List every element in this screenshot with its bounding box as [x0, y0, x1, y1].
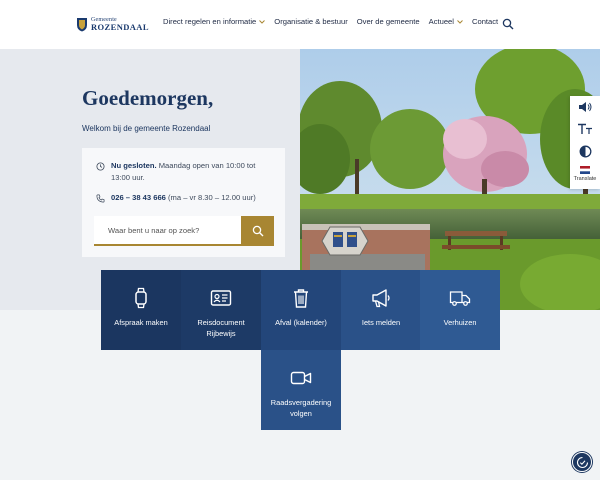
site-logo[interactable]: Gemeente ROZENDAAL [76, 17, 149, 32]
dutch-flag-icon [579, 166, 590, 174]
megaphone-icon [372, 289, 390, 308]
opening-hours-text: Nu gesloten. Maandag open van 10:00 tot … [111, 160, 276, 184]
nav-over-de-gemeente[interactable]: Over de gemeente [357, 17, 420, 26]
nav-actueel[interactable]: Actueel [429, 17, 463, 26]
search-input[interactable] [94, 216, 241, 246]
logo-big-text: ROZENDAAL [91, 22, 149, 33]
tile-label: Afval (kalender) [275, 318, 327, 327]
cookie-settings-icon [576, 456, 588, 468]
tile-label: Reisdocument Rijbewijs [197, 318, 245, 338]
nav-direct-regelen[interactable]: Direct regelen en informatie [163, 17, 266, 26]
translate-button[interactable]: Translate [573, 166, 597, 182]
nav-label: Contact [471, 17, 499, 26]
crest-icon [77, 18, 87, 32]
tile-afspraak-maken[interactable]: Afspraak maken [101, 270, 181, 350]
accessibility-toolbar: Translate [570, 96, 600, 189]
site-search [94, 216, 274, 246]
nav-organisatie[interactable]: Organisatie & bestuur [274, 17, 347, 26]
site-header: Gemeente ROZENDAAL Direct regelen en inf… [0, 0, 600, 49]
translate-label: Translate [573, 176, 597, 182]
main-nav: Direct regelen en informatie Organisatie… [163, 17, 507, 26]
tile-label: Afspraak maken [114, 318, 168, 327]
nav-label: Actueel [428, 17, 454, 26]
text-size-icon [578, 123, 592, 134]
video-icon [290, 371, 312, 385]
status-closed: Nu gesloten. [111, 161, 157, 170]
text-size-button[interactable] [570, 118, 600, 140]
contrast-icon [579, 145, 591, 157]
phone-hours: (ma – vr 8.30 – 12.00 uur) [165, 193, 256, 202]
chevron-down-icon [457, 19, 463, 24]
nav-label: Over de gemeente [356, 17, 420, 26]
tile-raadsvergadering[interactable]: Raadsvergadering volgen [261, 350, 341, 430]
phone-row: 026 – 38 43 666 (ma – vr 8.30 – 12.00 uu… [96, 192, 286, 204]
trash-icon [294, 289, 308, 308]
phone-icon [96, 194, 105, 203]
speaker-icon [579, 102, 592, 112]
read-aloud-button[interactable] [570, 96, 600, 118]
tile-label: Iets melden [361, 318, 401, 327]
watch-icon [135, 287, 147, 309]
opening-hours-row: Nu gesloten. Maandag open van 10:00 tot … [96, 160, 276, 184]
contrast-button[interactable] [570, 140, 600, 162]
tile-label: Verhuizen [443, 318, 477, 327]
tile-iets-melden[interactable]: Iets melden [341, 270, 421, 350]
clock-icon [96, 162, 105, 171]
greeting-heading: Goedemorgen, [82, 86, 214, 110]
cookie-settings-button[interactable] [572, 452, 592, 472]
search-icon [252, 225, 263, 237]
nav-contact[interactable]: Contact [472, 17, 498, 26]
search-submit-button[interactable] [241, 216, 274, 246]
truck-icon [449, 291, 471, 306]
chevron-down-icon [259, 19, 266, 24]
welcome-text: Welkom bij de gemeente Rozendaal [82, 124, 211, 133]
tile-afval[interactable]: Afval (kalender) [261, 270, 341, 350]
phone-number[interactable]: 026 – 38 43 666 [111, 193, 166, 202]
tile-reisdocument[interactable]: Reisdocument Rijbewijs [181, 270, 261, 350]
nav-label: Organisatie & bestuur [274, 17, 348, 26]
id-card-icon [210, 290, 232, 306]
tile-label: Raadsvergadering volgen [270, 398, 332, 418]
tile-verhuizen[interactable]: Verhuizen [420, 270, 500, 350]
nav-label: Direct regelen en informatie [163, 17, 257, 26]
search-icon[interactable] [502, 18, 514, 30]
